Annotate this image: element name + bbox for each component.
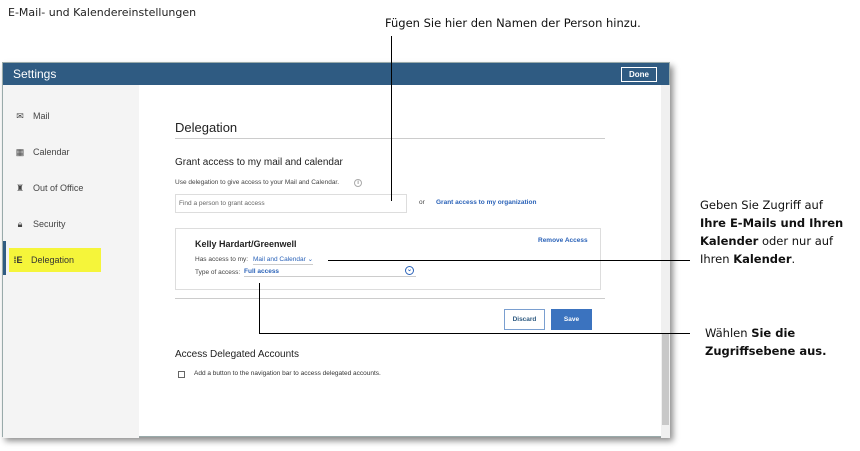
person-search-input[interactable]: Find a person to grant access [175, 194, 407, 213]
callout-access: Geben Sie Zugriff auf Ihre E-Mails und I… [700, 198, 844, 266]
callout-line [259, 333, 690, 334]
type-access-dropdown[interactable]: Full access ⌄ [244, 266, 416, 277]
out-of-office-icon: ♜ [15, 182, 25, 193]
divider [175, 298, 605, 299]
callout-add-person: Fügen Sie hier den Namen der Person hinz… [385, 16, 641, 30]
page-title: Delegation [175, 120, 238, 135]
selected-indicator [3, 241, 6, 275]
callout-line [391, 36, 392, 201]
sidebar-item-out-of-office[interactable]: ♜ Out of Office [11, 178, 83, 198]
lock-icon: 🔒︎ [17, 218, 23, 229]
has-access-label: Has access to my: [195, 256, 249, 263]
accounts-checkbox[interactable] [178, 371, 185, 378]
window-title: Settings [13, 67, 57, 81]
chevron-down-circle-icon: ⌄ [405, 266, 414, 275]
discard-button[interactable]: Discard [504, 309, 545, 330]
title-bar: Settings Done [3, 63, 669, 85]
has-access-dropdown[interactable]: Mail and Calendar ⌄ [253, 255, 314, 265]
sidebar-item-security[interactable]: 🔒︎ Security [11, 214, 66, 234]
accounts-heading: Access Delegated Accounts [175, 349, 299, 360]
info-icon[interactable]: i [354, 179, 362, 187]
delegation-icon: ⁞Ε [13, 255, 23, 265]
grant-heading: Grant access to my mail and calendar [175, 157, 343, 168]
accounts-checkbox-label: Add a button to the navigation bar to ac… [194, 370, 381, 377]
settings-window: Settings Done ✉ Mail ▦ Calendar ♜ Out of Of… [2, 62, 670, 438]
done-button[interactable]: Done [621, 67, 657, 82]
callout-line [328, 260, 690, 261]
mail-icon: ✉ [16, 110, 24, 121]
calendar-icon: ▦ [15, 146, 25, 157]
grant-description: Use delegation to give access to your Ma… [175, 179, 340, 186]
callout-level: Wählen Sie die Zugriffsebene aus. [705, 326, 827, 358]
chevron-down-icon: ⌄ [307, 256, 314, 263]
sidebar: ✉ Mail ▦ Calendar ♜ Out of Office 🔒︎ Securit… [3, 85, 139, 438]
or-label: or [419, 199, 425, 206]
delegate-name: Kelly Hardart/Greenwell [195, 239, 297, 249]
sidebar-item-mail[interactable]: ✉ Mail [11, 106, 49, 126]
divider [175, 138, 605, 139]
sidebar-item-delegation[interactable]: ⁞Ε Delegation [9, 248, 101, 272]
callout-line [259, 283, 260, 334]
scrollbar-thumb[interactable] [662, 333, 669, 425]
grant-organization-link[interactable]: Grant access to my organization [436, 199, 536, 206]
sidebar-item-calendar[interactable]: ▦ Calendar [11, 142, 70, 162]
delegate-card: Kelly Hardart/Greenwell Remove Access Ha… [175, 228, 601, 290]
remove-access-link[interactable]: Remove Access [538, 237, 588, 244]
scrollbar[interactable] [661, 85, 670, 438]
type-access-label: Type of access: [195, 269, 241, 276]
save-button[interactable]: Save [551, 309, 592, 330]
page-caption: E-Mail- und Kalendereinstellungen [8, 6, 197, 19]
